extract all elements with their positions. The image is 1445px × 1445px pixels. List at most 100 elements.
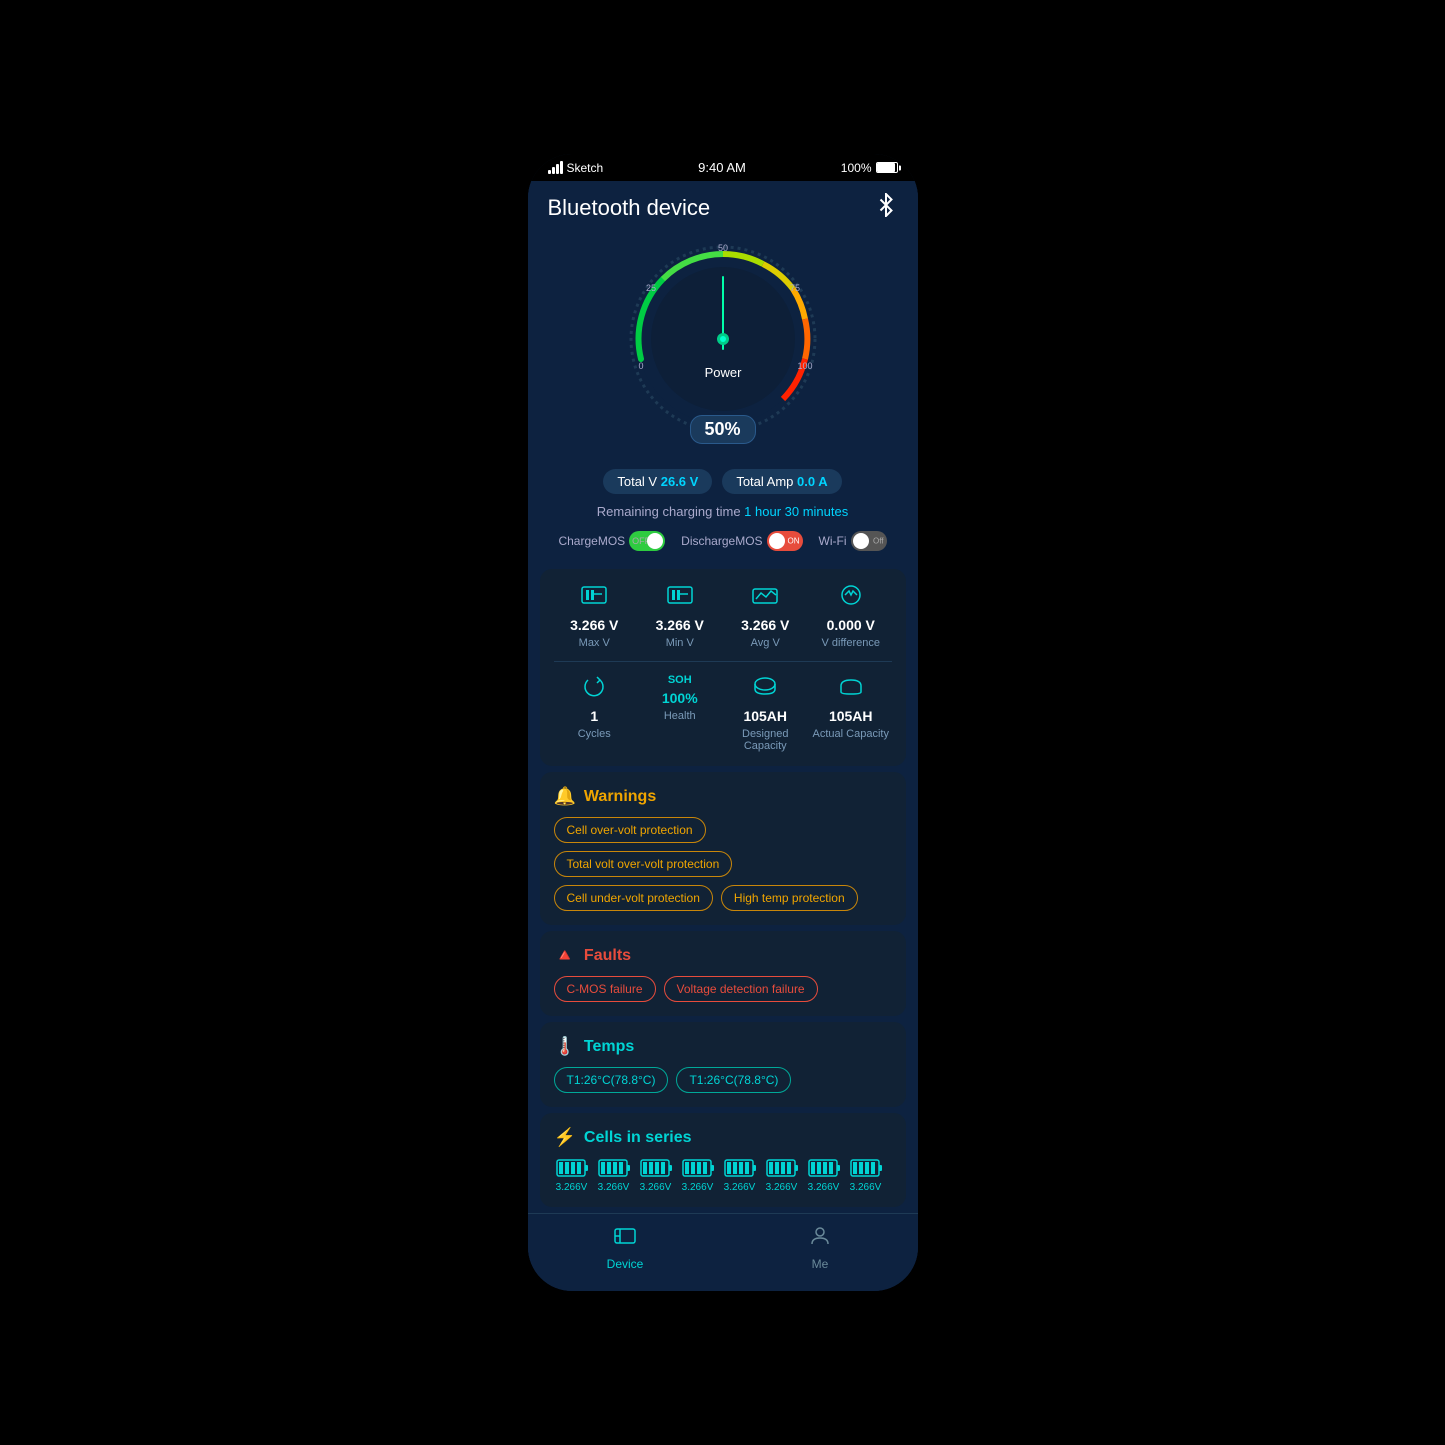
discharge-mos-label: DischargeMOS <box>681 534 762 548</box>
cell-battery-icon-3 <box>682 1158 714 1178</box>
wifi-knob <box>853 533 869 549</box>
nav-device[interactable]: Device <box>528 1224 723 1271</box>
wifi-toggle-item: Wi-Fi Off <box>819 531 887 551</box>
wifi-switch[interactable]: Off <box>851 531 887 551</box>
total-amp-value: 0.0 A <box>797 474 828 489</box>
temp-tag-0: T1:26°C(78.8°C) <box>554 1067 669 1093</box>
cell-series-value-7: 3.266V <box>850 1182 882 1193</box>
svg-text:100: 100 <box>797 361 812 371</box>
warnings-tags: Cell over-volt protection Total volt ove… <box>554 817 892 911</box>
signal-bar-4 <box>560 161 563 174</box>
cells-series-panel: ⚡ Cells in series 3.266V <box>540 1113 906 1207</box>
max-v-value: 3.266 V <box>570 617 618 633</box>
warning-tag-0: Cell over-volt protection <box>554 817 706 843</box>
total-amp-label: Total Amp <box>736 474 793 489</box>
temps-title: 🌡️ Temps <box>554 1036 892 1057</box>
charge-mos-switch[interactable]: OFF <box>629 531 665 551</box>
bottom-nav: Device Me <box>528 1213 918 1291</box>
svg-text:25: 25 <box>645 283 655 293</box>
cell-battery-icon-6 <box>808 1158 840 1178</box>
cycles-value: 1 <box>590 708 598 724</box>
avg-v-label: Avg V <box>751 637 780 649</box>
actual-cap-value: 105AH <box>829 708 873 724</box>
cell-series-7: 3.266V <box>848 1158 884 1193</box>
warnings-panel: 🔔 Warnings Cell over-volt protection Tot… <box>540 772 906 925</box>
cell-series-5: 3.266V <box>764 1158 800 1193</box>
cell-series-value-6: 3.266V <box>808 1182 840 1193</box>
cycles-item: 1 Cycles <box>554 674 636 752</box>
total-v-value: 26.6 V <box>661 474 699 489</box>
avg-v-item: 3.266 V Avg V <box>725 583 807 649</box>
v-diff-value: 0.000 V <box>827 617 875 633</box>
bluetooth-icon[interactable] <box>874 193 898 223</box>
discharge-mos-toggle-item: DischargeMOS ON <box>681 531 802 551</box>
temp-tag-1: T1:26°C(78.8°C) <box>676 1067 791 1093</box>
cell-series-value-3: 3.266V <box>682 1182 714 1193</box>
warning-tag-3: High temp protection <box>721 885 858 911</box>
gauge-percent: 50% <box>689 415 755 444</box>
soh-label: Health <box>664 710 696 722</box>
status-time: 9:40 AM <box>698 160 746 175</box>
designed-cap-icon <box>751 674 779 704</box>
designed-cap-value: 105AH <box>743 708 787 724</box>
cell-series-0: 3.266V <box>554 1158 590 1193</box>
nav-me[interactable]: Me <box>723 1224 918 1271</box>
warning-tag-2: Cell under-volt protection <box>554 885 713 911</box>
designed-cap-item: 105AH Designed Capacity <box>725 674 807 752</box>
max-v-item: 3.266 V Max V <box>554 583 636 649</box>
discharge-mos-knob <box>769 533 785 549</box>
faults-title: 🔺 Faults <box>554 945 892 966</box>
signal-bar-1 <box>548 170 551 174</box>
signal-bar-3 <box>556 164 559 174</box>
wifi-label: Wi-Fi <box>819 534 847 548</box>
remaining-value: 1 hour 30 minutes <box>744 504 848 519</box>
warning-tag-1: Total volt over-volt protection <box>554 851 733 877</box>
faults-panel: 🔺 Faults C-MOS failure Voltage detection… <box>540 931 906 1016</box>
soh-top-label: SOH <box>668 674 692 686</box>
cell-series-value-0: 3.266V <box>556 1182 588 1193</box>
temps-label: Temps <box>584 1038 634 1056</box>
soh-item: SOH 100% Health <box>639 674 721 752</box>
cell-series-value-1: 3.266V <box>598 1182 630 1193</box>
v-diff-item: 0.000 V V difference <box>810 583 892 649</box>
total-v-label: Total V <box>617 474 657 489</box>
soh-value: 100% <box>662 690 698 706</box>
actual-cap-item: 105AH Actual Capacity <box>810 674 892 752</box>
total-amp-badge: Total Amp 0.0 A <box>722 469 841 494</box>
cycles-icon <box>580 674 608 704</box>
status-bar: Sketch 9:40 AM 100% <box>528 154 918 181</box>
faults-icon: 🔺 <box>554 945 576 966</box>
cycles-label: Cycles <box>578 728 611 740</box>
cells-series-grid: 3.266V 3.266V <box>554 1158 892 1193</box>
actual-cap-label: Actual Capacity <box>813 728 889 740</box>
nav-device-label: Device <box>607 1257 644 1271</box>
cell-battery-icon-2 <box>640 1158 672 1178</box>
cell-series-3: 3.266V <box>680 1158 716 1193</box>
signal-bar-2 <box>552 167 555 174</box>
v-diff-label: V difference <box>821 637 880 649</box>
min-v-label: Min V <box>666 637 694 649</box>
discharge-mos-switch[interactable]: ON <box>767 531 803 551</box>
svg-text:50: 50 <box>717 243 727 253</box>
wifi-off-label: Off <box>873 537 884 546</box>
svg-text:0: 0 <box>638 361 643 371</box>
status-left: Sketch <box>548 161 604 175</box>
min-v-value: 3.266 V <box>656 617 704 633</box>
total-v-badge: Total V 26.6 V <box>603 469 712 494</box>
nav-me-label: Me <box>812 1257 829 1271</box>
cell-series-2: 3.266V <box>638 1158 674 1193</box>
battery-percent: 100% <box>841 161 872 175</box>
charge-mos-toggle-item: ChargeMOS OFF <box>558 531 665 551</box>
charge-mos-knob <box>647 533 663 549</box>
carrier-label: Sketch <box>567 161 604 175</box>
gauge-wrapper: 25 50 75 0 100 Power 50% <box>623 239 823 439</box>
warnings-icon: 🔔 <box>554 786 576 807</box>
cell-grid-top: 3.266 V Max V 3.266 V Min V 3.266 V Avg … <box>554 583 892 649</box>
device-nav-icon <box>613 1224 637 1253</box>
phone-frame: Sketch 9:40 AM 100% Bluetooth device <box>528 154 918 1291</box>
min-v-item: 3.266 V Min V <box>639 583 721 649</box>
cells-series-label: Cells in series <box>584 1129 692 1147</box>
page-title: Bluetooth device <box>548 195 711 221</box>
designed-cap-label: Designed Capacity <box>725 728 807 752</box>
max-v-icon <box>580 583 608 613</box>
